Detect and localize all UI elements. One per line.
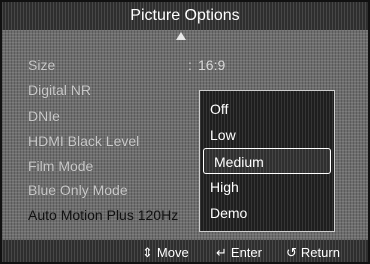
menu-item-dnie[interactable]: DNIe bbox=[28, 108, 60, 124]
footer-bar: ⇕ Move ↵ Enter ↺ Return bbox=[2, 240, 368, 262]
enter-hint: ↵ Enter bbox=[216, 245, 262, 261]
up-arrow-icon[interactable] bbox=[176, 32, 186, 40]
move-label: Move bbox=[156, 245, 189, 260]
move-hint: ⇕ Move bbox=[142, 245, 189, 261]
tv-menu-screen: Picture Options Size : 16:9 Digital NR D… bbox=[0, 0, 370, 264]
option-high[interactable]: High bbox=[200, 174, 334, 200]
menu-item-film-mode[interactable]: Film Mode bbox=[28, 158, 93, 174]
option-low[interactable]: Low bbox=[200, 122, 334, 148]
option-off[interactable]: Off bbox=[200, 96, 334, 122]
menu-item-auto-motion-plus[interactable]: Auto Motion Plus 120Hz bbox=[28, 207, 178, 223]
return-hint: ↺ Return bbox=[286, 245, 340, 261]
option-medium[interactable]: Medium bbox=[203, 148, 331, 174]
menu-title: Picture Options bbox=[2, 2, 368, 30]
enter-icon: ↵ bbox=[216, 245, 227, 260]
return-icon: ↺ bbox=[286, 245, 297, 260]
menu-item-digital-nr[interactable]: Digital NR bbox=[28, 82, 91, 98]
up-down-arrow-icon: ⇕ bbox=[142, 245, 153, 260]
option-demo[interactable]: Demo bbox=[200, 200, 334, 226]
colon-separator: : bbox=[188, 57, 192, 73]
enter-label: Enter bbox=[230, 245, 262, 260]
size-value: 16:9 bbox=[198, 57, 226, 73]
menu-item-hdmi-black-level[interactable]: HDMI Black Level bbox=[28, 133, 139, 149]
return-label: Return bbox=[300, 245, 340, 260]
menu-item-size[interactable]: Size bbox=[28, 57, 55, 73]
auto-motion-dropdown[interactable]: Off Low Medium High Demo bbox=[199, 90, 335, 232]
menu-item-blue-only-mode[interactable]: Blue Only Mode bbox=[28, 182, 128, 198]
